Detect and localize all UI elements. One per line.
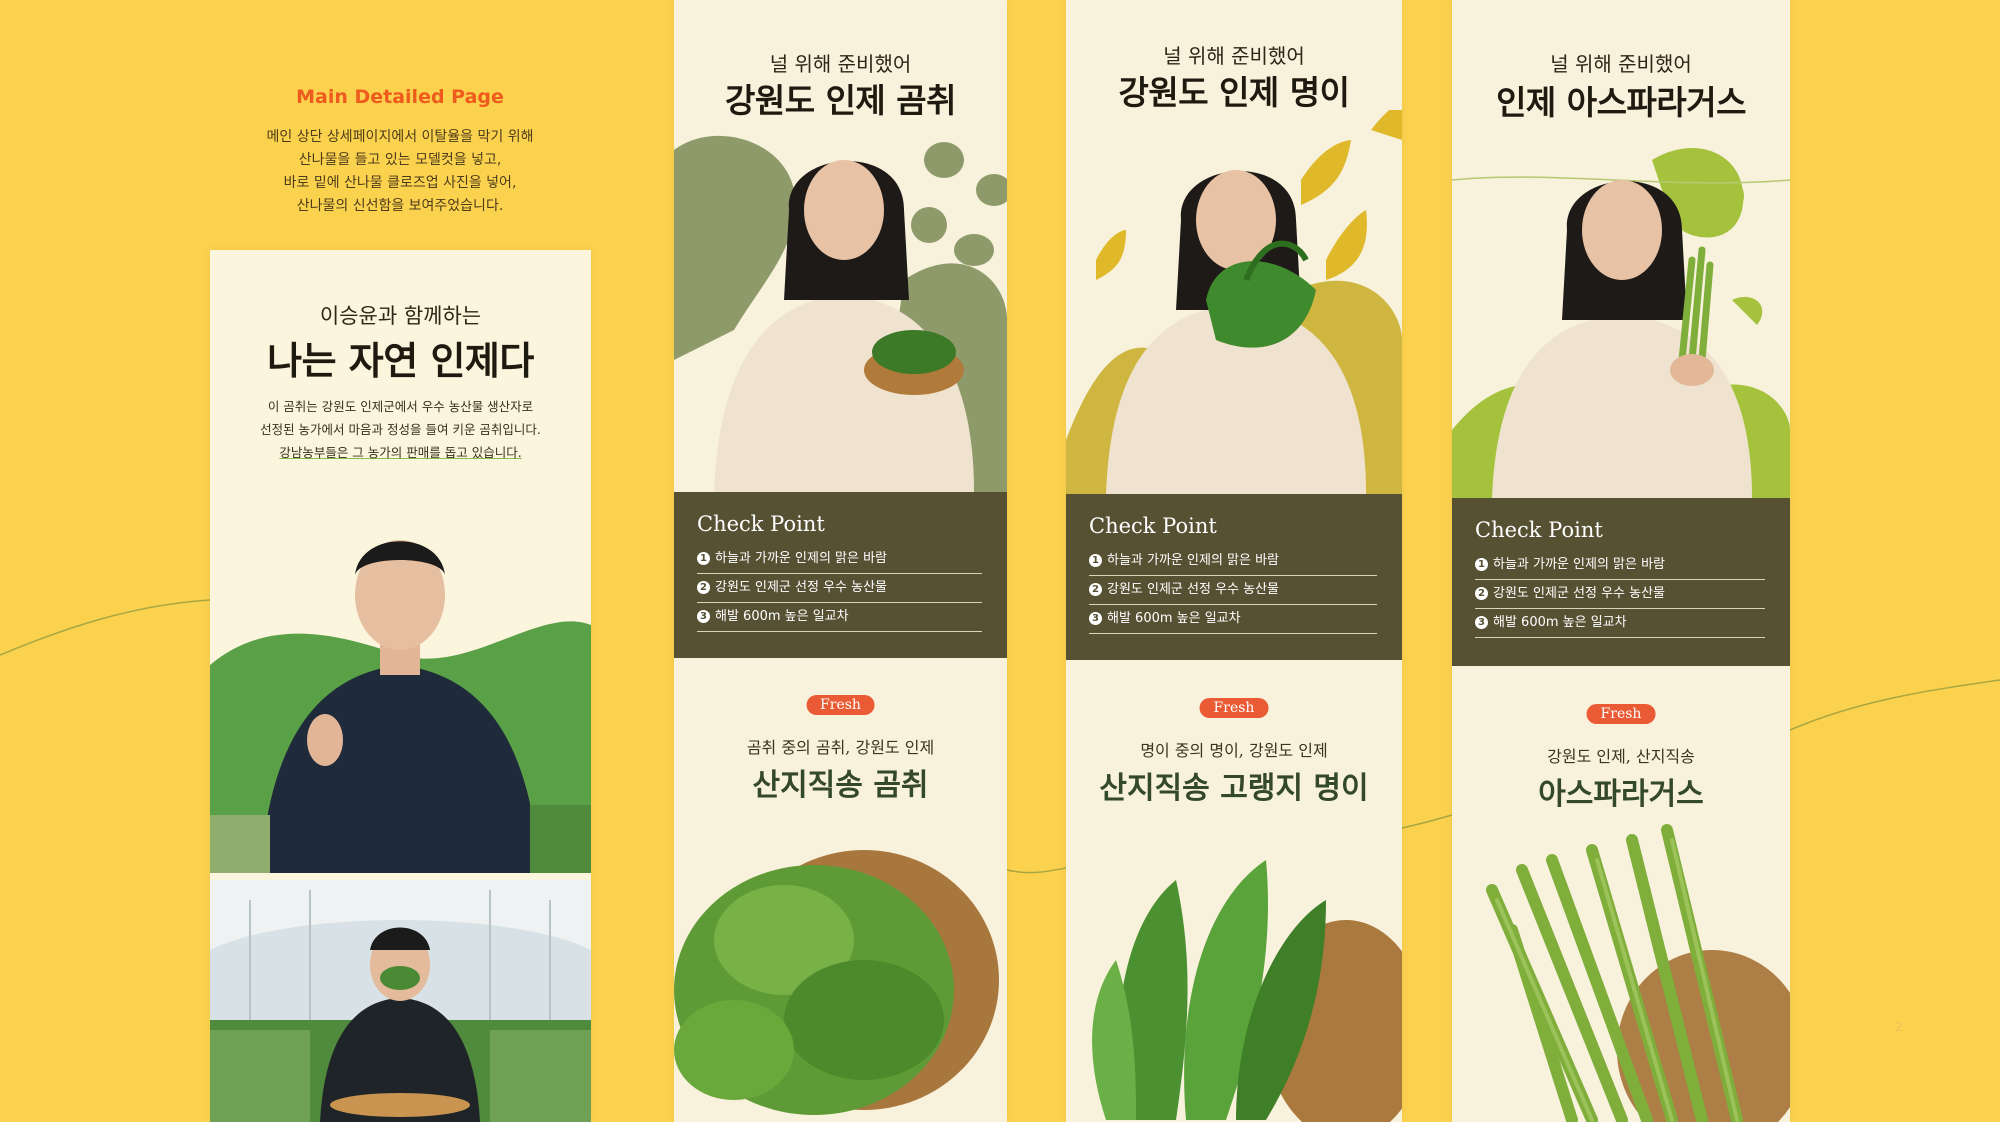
model-holding-asparagus-photo: [1452, 148, 1790, 498]
panel-gomchwi: 널 위해 준비했어 강원도 인제 곰취 Check Point 1 하늘과 가까운…: [674, 0, 1007, 1122]
check-point-box: Check Point 1 하늘과 가까운 인제의 맑은 바람 2 강원도 인제군 …: [674, 492, 1007, 658]
product-heading: 산지직송 곰취: [752, 768, 929, 803]
check-point-box: Check Point 1 하늘과 가까운 인제의 맑은 바람 2 강원도 인제군 …: [1066, 494, 1402, 660]
panel-heading: 강원도 인제 명이: [1118, 73, 1351, 112]
panel-description: 이 곰취는 강원도 인제군에서 우수 농산물 생산자로 선정된 농가에서 마음과…: [260, 399, 541, 460]
product-subtitle: 강원도 인제, 산지직송: [1547, 747, 1695, 766]
gomchwi-closeup-photo: [674, 850, 999, 1115]
check-point-item: 3 해발 600m 높은 일교차: [697, 603, 982, 632]
fresh-badge: Fresh: [1199, 698, 1269, 718]
greenhouse-eating-photo: [210, 880, 591, 1122]
check-point-title: Check Point: [1475, 518, 1603, 542]
check-point-item: 1 하늘과 가까운 인제의 맑은 바람: [1089, 547, 1377, 576]
product-heading: 산지직송 고랭지 명이: [1099, 771, 1369, 806]
panel-heading: 강원도 인제 곰취: [725, 81, 957, 120]
panel-heading: 인제 아스파라거스: [1496, 83, 1746, 122]
check-point-item: 2 강원도 인제군 선정 우수 농산물: [1475, 580, 1765, 609]
check-point-title: Check Point: [1089, 514, 1217, 538]
page-number: 2: [1895, 1020, 1903, 1034]
panel-subtitle: 널 위해 준비했어: [1163, 44, 1305, 68]
model-holding-gomchwi-photo: [674, 135, 1007, 492]
product-subtitle: 곰취 중의 곰취, 강원도 인제: [746, 738, 935, 757]
check-point-title: Check Point: [697, 512, 825, 536]
panel-subtitle: 널 위해 준비했어: [769, 52, 912, 76]
fresh-badge: Fresh: [1586, 704, 1656, 724]
panel-asparagus: 널 위해 준비했어 인제 아스파라거스 Check Point 1 하늘과 가까운…: [1452, 0, 1790, 1122]
product-heading: 아스파라거스: [1538, 777, 1704, 812]
panel-myeongi: 널 위해 준비했어 강원도 인제 명이 Check Point 1 하늘과 가까운…: [1066, 0, 1402, 1122]
myeongi-closeup-photo: [1092, 860, 1402, 1122]
asparagus-closeup-photo: [1486, 824, 1790, 1122]
panel-heading: 나는 자연 인제다: [267, 339, 534, 383]
check-point-item: 1 하늘과 가까운 인제의 맑은 바람: [697, 545, 982, 574]
panel-intro-farmer: 이승윤과 함께하는 나는 자연 인제다 이 곰취는 강원도 인제군에서 우수 농…: [210, 250, 591, 1122]
panel-subtitle: 널 위해 준비했어: [1550, 52, 1692, 76]
model-holding-myeongi-photo: [1066, 110, 1402, 494]
check-point-item: 3 해발 600m 높은 일교차: [1089, 605, 1377, 634]
check-point-item: 2 강원도 인제군 선정 우수 농산물: [1089, 576, 1377, 605]
fresh-badge: Fresh: [806, 695, 875, 715]
intro-description: 메인 상단 상세페이지에서 이탈율을 막기 위해 산나물을 들고 있는 모델컷을…: [266, 129, 534, 214]
check-point-item: 3 해발 600m 높은 일교차: [1475, 609, 1765, 638]
check-point-item: 1 하늘과 가까운 인제의 맑은 바람: [1475, 551, 1765, 580]
product-subtitle: 명이 중의 명이, 강원도 인제: [1140, 741, 1328, 760]
check-point-box: Check Point 1 하늘과 가까운 인제의 맑은 바람 2 강원도 인제군 …: [1452, 498, 1790, 666]
check-point-item: 2 강원도 인제군 선정 우수 농산물: [697, 574, 982, 603]
intro-title: Main Detailed Page: [296, 86, 504, 108]
farmer-thumbs-up-photo: [210, 540, 591, 873]
panel-subtitle: 이승윤과 함께하는: [319, 304, 482, 328]
